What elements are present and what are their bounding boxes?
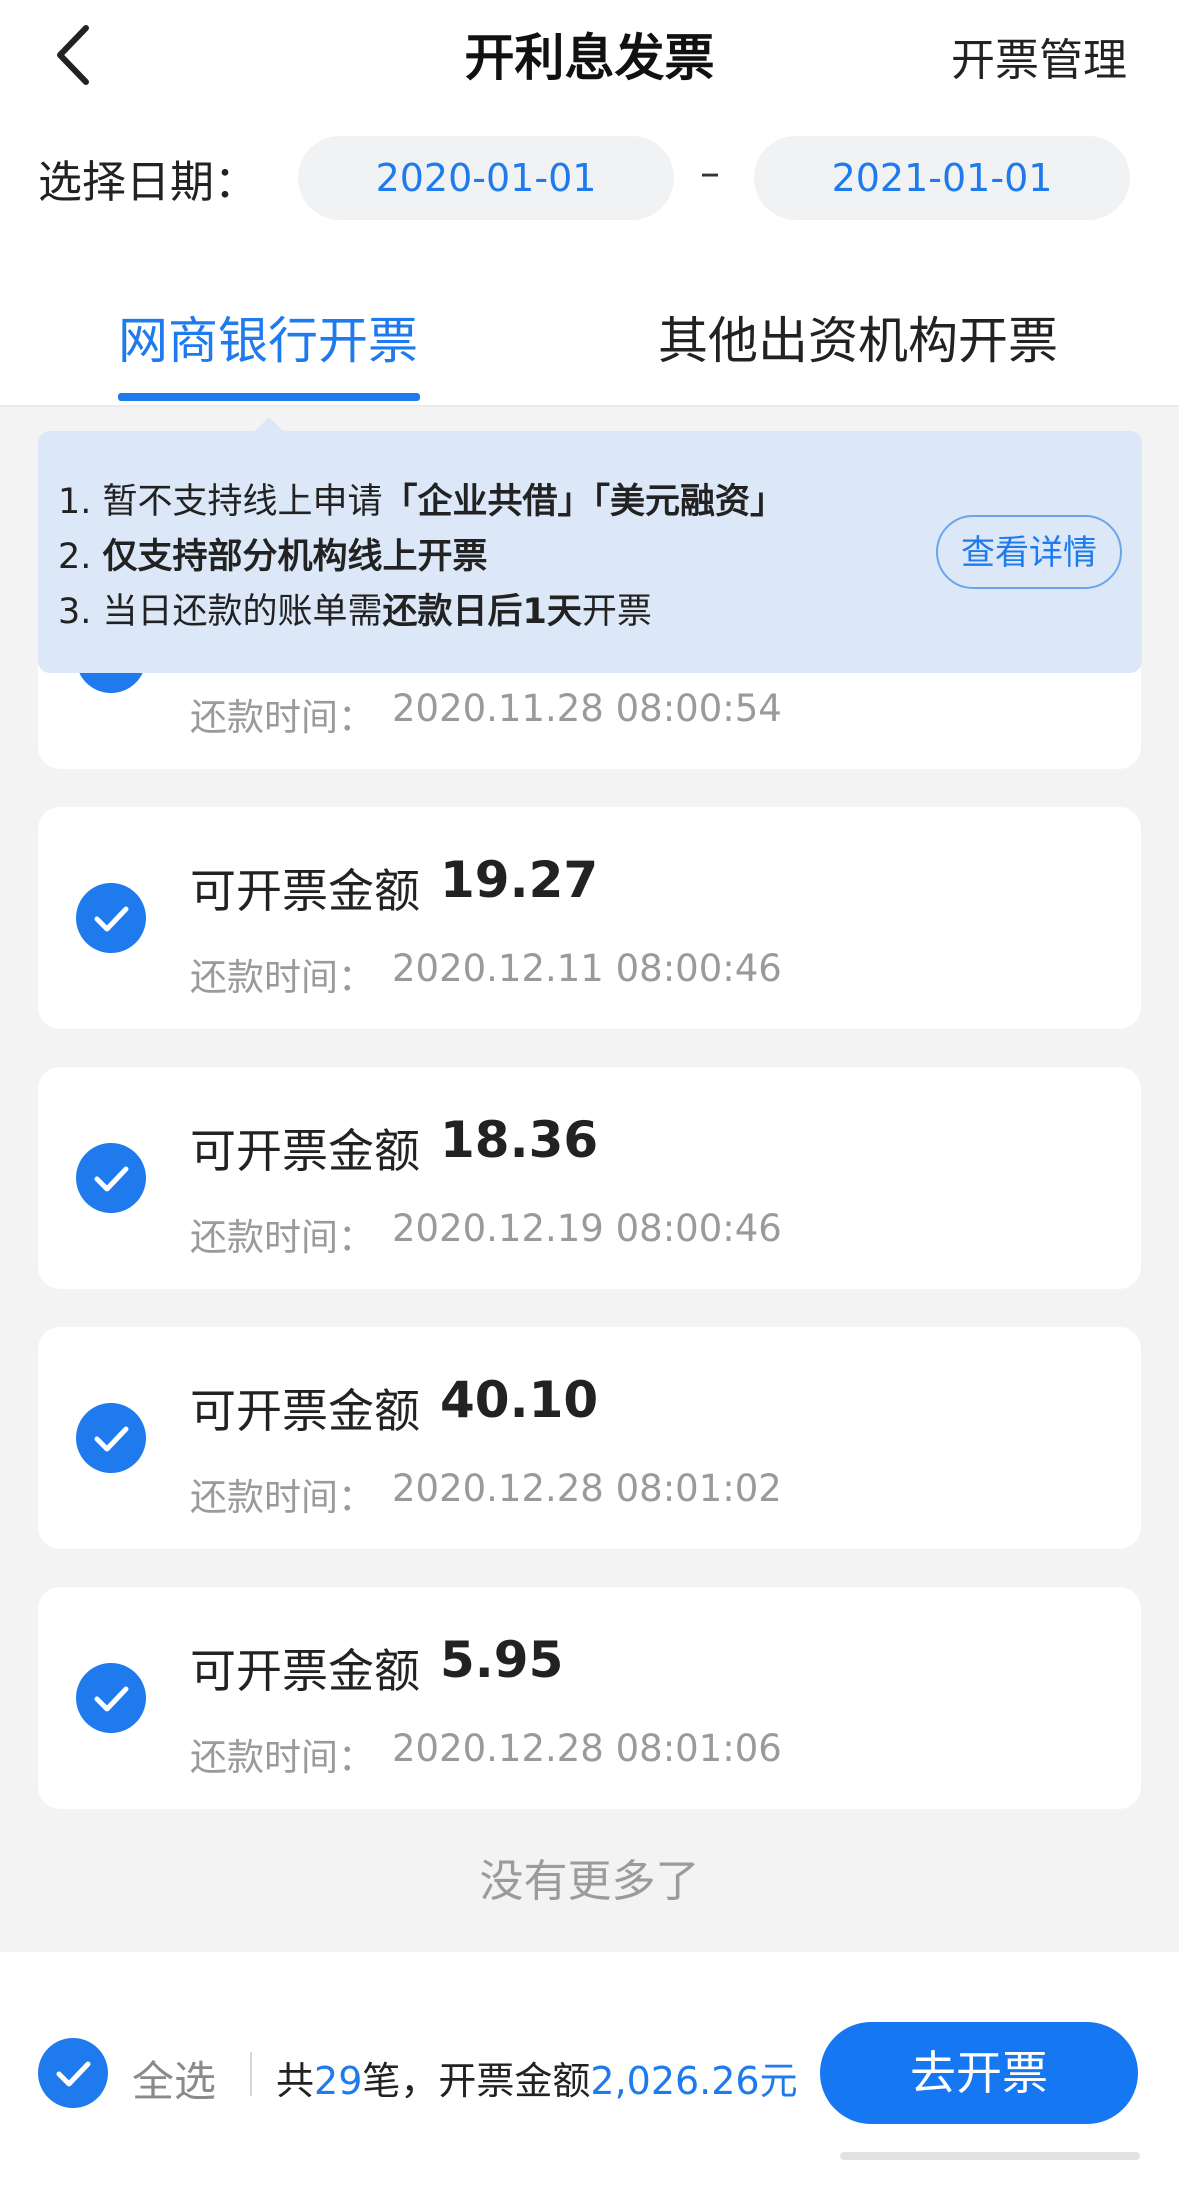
- list-item[interactable]: 可开票金额 5.95 还款时间： 2020.12.28 08:01:06: [38, 1587, 1141, 1809]
- repayment-time-label: 还款时间：: [190, 1216, 375, 1259]
- amount-value: 5.95: [440, 1631, 564, 1689]
- checkbox-checked-icon[interactable]: [76, 883, 146, 953]
- selection-summary: 共29笔，开票金额2,026.26元: [276, 2059, 798, 2103]
- amount-value: 19.27: [440, 851, 599, 909]
- checkbox-checked-icon[interactable]: [76, 1663, 146, 1733]
- invoice-management-link[interactable]: 开票管理: [951, 24, 1127, 88]
- header: 开利息发票 开票管理 选择日期： 2020-01-01 – 2021-01-01: [0, 0, 1179, 265]
- go-invoice-button[interactable]: 去开票: [820, 2022, 1138, 2124]
- repayment-time-label: 还款时间：: [190, 1476, 375, 1519]
- end-of-list-text: 没有更多了: [479, 1856, 700, 1907]
- home-indicator-icon: [840, 2152, 1140, 2160]
- amount-label: 可开票金额: [190, 1644, 420, 1698]
- notice-pointer: [255, 417, 283, 431]
- checkbox-checked-icon[interactable]: [76, 1143, 146, 1213]
- repayment-time-value: 2020.12.28 08:01:06: [392, 1727, 782, 1770]
- footer-divider: [250, 2052, 252, 2096]
- list-item[interactable]: 可开票金额 40.10 还款时间： 2020.12.28 08:01:02: [38, 1327, 1141, 1549]
- repayment-time-label: 还款时间：: [190, 696, 375, 739]
- tab-bar: 网商银行开票 其他出资机构开票: [0, 263, 1179, 407]
- selected-count: 29: [314, 2059, 363, 2103]
- notice-line-1: 1. 暂不支持线上申请「企业共借」「美元融资」: [58, 482, 786, 522]
- repayment-time-value: 2020.12.28 08:01:02: [392, 1467, 782, 1510]
- checkbox-checked-icon[interactable]: [76, 1403, 146, 1473]
- repayment-time-label: 还款时间：: [190, 1736, 375, 1779]
- notice-line-3: 3. 当日还款的账单需还款日后1天开票: [58, 592, 652, 632]
- repayment-time-label: 还款时间：: [190, 956, 375, 999]
- notice-banner: 1. 暂不支持线上申请「企业共借」「美元融资」 2. 仅支持部分机构线上开票 3…: [38, 431, 1142, 673]
- start-date-picker[interactable]: 2020-01-01: [298, 136, 674, 220]
- active-tab-indicator: [118, 393, 420, 401]
- view-details-button[interactable]: 查看详情: [936, 515, 1122, 589]
- repayment-time-value: 2020.11.28 08:00:54: [392, 687, 782, 730]
- date-separator: –: [700, 150, 720, 196]
- end-date-picker[interactable]: 2021-01-01: [754, 136, 1130, 220]
- amount-label: 可开票金额: [190, 1124, 420, 1178]
- list-item[interactable]: 可开票金额 18.36 还款时间： 2020.12.19 08:00:46: [38, 1067, 1141, 1289]
- tab-other-institutions-invoice[interactable]: 其他出资机构开票: [658, 301, 1058, 373]
- tab-mybank-invoice[interactable]: 网商银行开票: [118, 301, 418, 373]
- amount-value: 40.10: [440, 1371, 599, 1429]
- notice-line-2: 2. 仅支持部分机构线上开票: [58, 537, 488, 577]
- amount-value: 18.36: [440, 1111, 599, 1169]
- date-range-label: 选择日期：: [38, 157, 258, 208]
- select-all-label[interactable]: 全选: [132, 2048, 216, 2109]
- repayment-time-value: 2020.12.19 08:00:46: [392, 1207, 782, 1250]
- repayment-time-value: 2020.12.11 08:00:46: [392, 947, 782, 990]
- total-amount: 2,026.26元: [590, 2059, 798, 2103]
- select-all-checkbox-icon[interactable]: [38, 2038, 108, 2108]
- amount-label: 可开票金额: [190, 864, 420, 918]
- amount-label: 可开票金额: [190, 1384, 420, 1438]
- list-item[interactable]: 可开票金额 19.27 还款时间： 2020.12.11 08:00:46: [38, 807, 1141, 1029]
